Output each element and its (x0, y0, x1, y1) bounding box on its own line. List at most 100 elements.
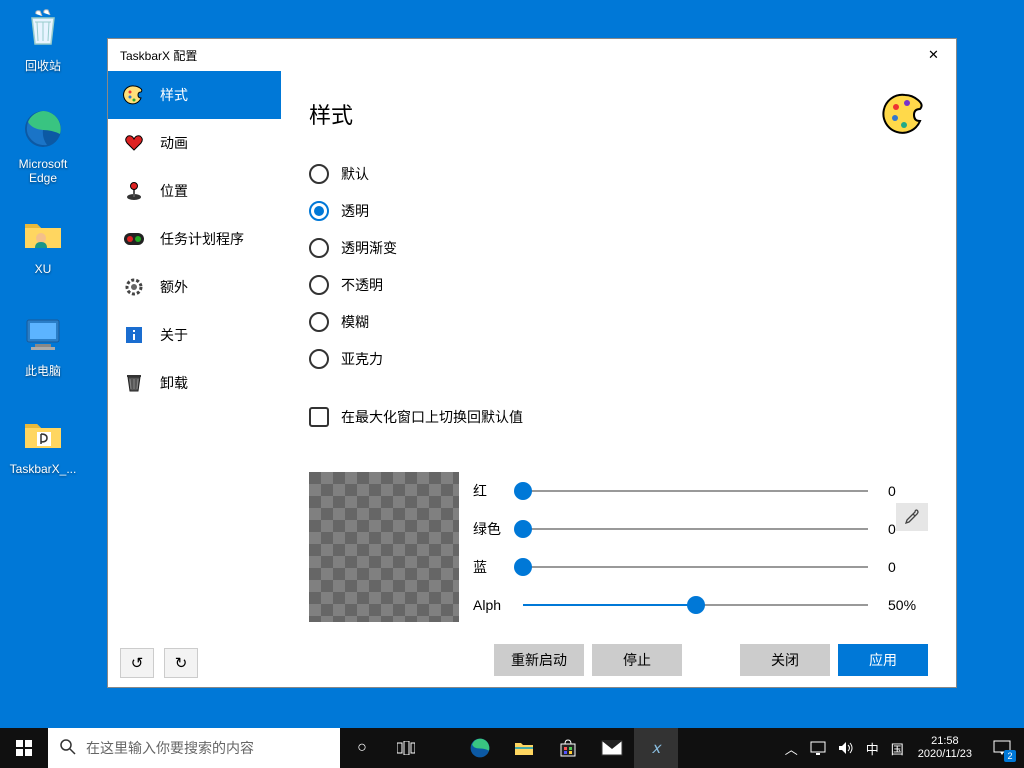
restart-button[interactable]: 重新启动 (494, 644, 584, 676)
taskbar-app-edge[interactable] (458, 728, 502, 768)
slider-track[interactable] (523, 604, 868, 606)
taskbar-clock[interactable]: 21:58 2020/11/23 (910, 735, 980, 761)
desktop-icon-label: XU (5, 262, 81, 276)
slider-track[interactable] (523, 566, 868, 568)
sidebar-item-style[interactable]: 样式 (108, 71, 281, 119)
clock-date: 2020/11/23 (918, 748, 972, 761)
search-icon (60, 739, 76, 758)
sidebar-item-label: 样式 (160, 85, 188, 105)
radio-indicator (309, 275, 329, 295)
recycle-bin-icon (19, 5, 67, 53)
slider-row-3: Alph50% (473, 586, 928, 624)
sidebar-item-label: 位置 (160, 181, 188, 201)
close-config-button[interactable]: 关闭 (740, 644, 830, 676)
sidebar-item-taskschedule[interactable]: 任务计划程序 (108, 215, 281, 263)
sidebar-item-about[interactable]: 关于 (108, 311, 281, 359)
slider-thumb[interactable] (514, 520, 532, 538)
tray-ime1[interactable]: 中 (860, 728, 885, 768)
slider-thumb[interactable] (514, 558, 532, 576)
titlebar: TaskbarX 配置 ✕ (108, 39, 956, 71)
slider-row-2: 蓝0 (473, 548, 928, 586)
taskbar-app-explorer[interactable] (502, 728, 546, 768)
task-view-icon[interactable] (384, 728, 428, 768)
desktop-icon-this-pc[interactable]: 此电脑 (5, 310, 81, 379)
eyedropper-button[interactable] (896, 503, 928, 531)
apply-button[interactable]: 应用 (838, 644, 928, 676)
tray-network-icon[interactable] (804, 728, 832, 768)
stop-button[interactable]: 停止 (592, 644, 682, 676)
maximize-default-checkbox[interactable] (309, 407, 329, 427)
clock-time: 21:58 (918, 735, 972, 748)
radio-label: 透明 (341, 201, 369, 221)
gear-icon (123, 276, 145, 298)
close-button[interactable]: ✕ (911, 39, 956, 71)
sidebar-item-label: 关于 (160, 325, 188, 345)
sidebar-item-label: 动画 (160, 133, 188, 153)
desktop-icon-label: 回收站 (5, 57, 81, 74)
radio-label: 透明渐变 (341, 238, 397, 258)
radio-indicator (309, 238, 329, 258)
slider-track[interactable] (523, 490, 868, 492)
system-tray: ︿ 中 国 21:58 2020/11/23 2 (779, 728, 1024, 768)
desktop-icon-xu[interactable]: XU (5, 210, 81, 276)
search-box[interactable]: 在这里输入你要搜索的内容 (48, 728, 340, 768)
start-button[interactable] (0, 728, 48, 768)
radio-option-0[interactable]: 默认 (309, 155, 928, 192)
radio-option-2[interactable]: 透明渐变 (309, 229, 928, 266)
desktop-icon-label: TaskbarX_... (5, 462, 81, 476)
taskbar-app-store[interactable] (546, 728, 590, 768)
desktop-icon-label: 此电脑 (5, 362, 81, 379)
checkbox-label: 在最大化窗口上切换回默认值 (341, 407, 523, 427)
traffic-icon (123, 228, 145, 250)
action-center-icon[interactable]: 2 (980, 728, 1024, 768)
slider-thumb[interactable] (687, 596, 705, 614)
radio-option-4[interactable]: 模糊 (309, 303, 928, 340)
taskbar-app-mail[interactable] (590, 728, 634, 768)
trash-icon (123, 372, 145, 394)
radio-indicator (309, 201, 329, 221)
sidebar-item-label: 卸载 (160, 373, 188, 393)
radio-option-1[interactable]: 透明 (309, 192, 928, 229)
page-heading: 样式 (309, 98, 353, 130)
sidebar: 样式 动画 位置 任务计划程序 (108, 71, 281, 687)
tray-chevron-icon[interactable]: ︿ (779, 728, 804, 768)
radio-label: 模糊 (341, 312, 369, 332)
radio-label: 亚克力 (341, 349, 383, 369)
joystick-icon (123, 180, 145, 202)
tray-ime2[interactable]: 国 (885, 728, 910, 768)
folder-icon (19, 410, 67, 458)
radio-indicator (309, 349, 329, 369)
slider-track[interactable] (523, 528, 868, 530)
sidebar-item-uninstall[interactable]: 卸载 (108, 359, 281, 407)
color-preview-swatch (309, 472, 459, 622)
radio-indicator (309, 164, 329, 184)
desktop-icon-taskbarx[interactable]: TaskbarX_... (5, 410, 81, 476)
palette-icon (123, 84, 145, 106)
notif-badge: 2 (1004, 750, 1016, 762)
slider-row-1: 绿色0 (473, 510, 928, 548)
search-placeholder: 在这里输入你要搜索的内容 (86, 738, 254, 758)
radio-option-5[interactable]: 亚克力 (309, 340, 928, 377)
slider-row-0: 红0 (473, 472, 928, 510)
computer-icon (19, 310, 67, 358)
content-pane: 样式 默认透明透明渐变不透明模糊亚克力 在最大化窗口上切换回默认值 红0绿色0蓝… (281, 71, 956, 687)
taskbarx-config-window: TaskbarX 配置 ✕ 样式 动画 位置 (107, 38, 957, 688)
radio-option-3[interactable]: 不透明 (309, 266, 928, 303)
sidebar-item-animation[interactable]: 动画 (108, 119, 281, 167)
slider-value: 0 (888, 559, 928, 575)
desktop-icon-label: Microsoft Edge (5, 157, 81, 185)
info-icon (123, 324, 145, 346)
tray-volume-icon[interactable] (832, 728, 860, 768)
desktop-icon-edge[interactable]: Microsoft Edge (5, 105, 81, 185)
edge-icon (19, 105, 67, 153)
palette-hero-icon (882, 91, 928, 137)
cortana-icon[interactable]: ○ (340, 728, 384, 768)
desktop-icon-recycle-bin[interactable]: 回收站 (5, 5, 81, 74)
sidebar-item-extra[interactable]: 额外 (108, 263, 281, 311)
taskbar-app-taskbarx[interactable]: ⅹ (634, 728, 678, 768)
sidebar-item-label: 额外 (160, 277, 188, 297)
refresh-button[interactable]: ↻ (164, 648, 198, 678)
sidebar-item-position[interactable]: 位置 (108, 167, 281, 215)
undo-button[interactable]: ↺ (120, 648, 154, 678)
slider-thumb[interactable] (514, 482, 532, 500)
